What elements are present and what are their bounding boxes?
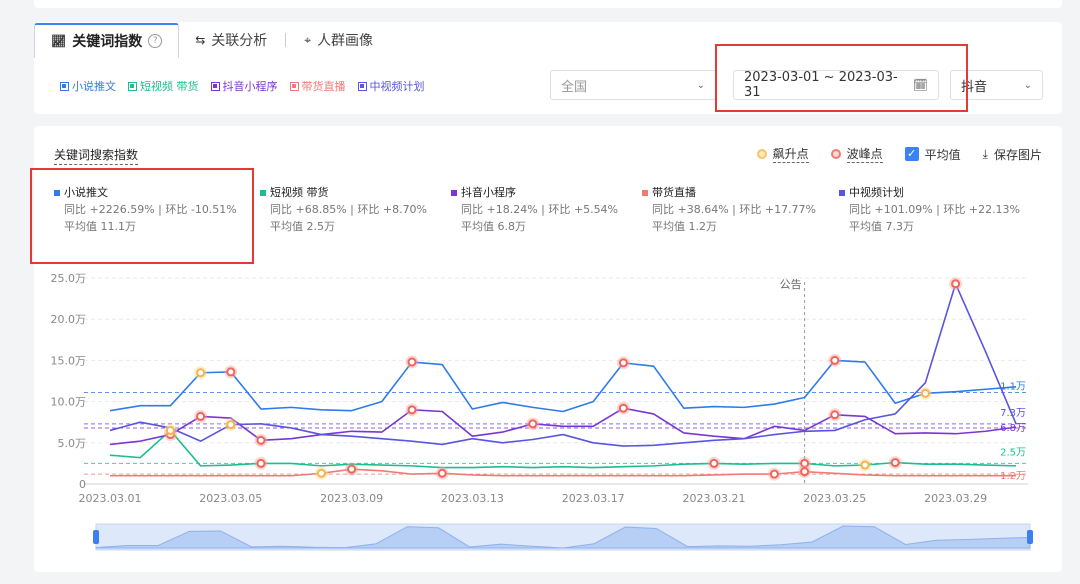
peak-point [347, 464, 357, 474]
y-tick-label: 20.0万 [51, 313, 87, 326]
series-line [109, 282, 1017, 447]
series-line [109, 429, 1017, 469]
peak-point [437, 468, 447, 478]
peak-point [256, 458, 266, 468]
peak-point [830, 355, 840, 365]
series-line [110, 468, 1016, 477]
rise-point [226, 420, 236, 430]
x-tick-label: 2023.03.29 [924, 492, 987, 505]
rise-point [165, 425, 175, 435]
average-label: 1.2万 [1000, 471, 1026, 482]
peak-point [618, 403, 628, 413]
x-tick-label: 2023.03.25 [803, 492, 866, 505]
peak-point [769, 469, 779, 479]
y-tick-label: 15.0万 [51, 354, 87, 367]
series-line [109, 407, 1017, 446]
peak-point [226, 367, 236, 377]
rise-point [860, 460, 870, 470]
x-tick-label: 2023.03.09 [320, 492, 383, 505]
peak-point [407, 405, 417, 415]
x-tick-label: 2023.03.05 [199, 492, 262, 505]
rise-point [196, 368, 206, 378]
line-chart: 0 5.0万 10.0万 15.0万 20.0万 25.0万 2023.03.01 2023.… [51, 272, 1033, 551]
slider-handle[interactable] [1027, 530, 1033, 544]
x-tick-label: 2023.03.01 [79, 492, 142, 505]
peak-point [830, 410, 840, 420]
peak-point [256, 435, 266, 445]
peak-point [709, 458, 719, 468]
series-line [109, 359, 1017, 413]
annotation-label: 公告 [780, 278, 802, 291]
peak-point [890, 458, 900, 468]
x-tick-label: 2023.03.17 [562, 492, 625, 505]
peak-point [951, 279, 961, 289]
y-tick-label: 5.0万 [58, 437, 87, 450]
y-tick-label: 25.0万 [51, 272, 87, 285]
peak-point [196, 411, 206, 421]
peak-point [407, 357, 417, 367]
peak-point [618, 358, 628, 368]
average-label: 2.5万 [1000, 447, 1026, 458]
rise-point [316, 468, 326, 478]
slider-handle[interactable] [93, 530, 99, 544]
peak-point [800, 467, 810, 477]
peak-point [528, 419, 538, 429]
x-tick-label: 2023.03.13 [441, 492, 504, 505]
y-tick-label: 0 [79, 478, 86, 491]
x-tick-label: 2023.03.21 [683, 492, 746, 505]
y-tick-label: 10.0万 [51, 396, 87, 409]
rise-point [920, 388, 930, 398]
